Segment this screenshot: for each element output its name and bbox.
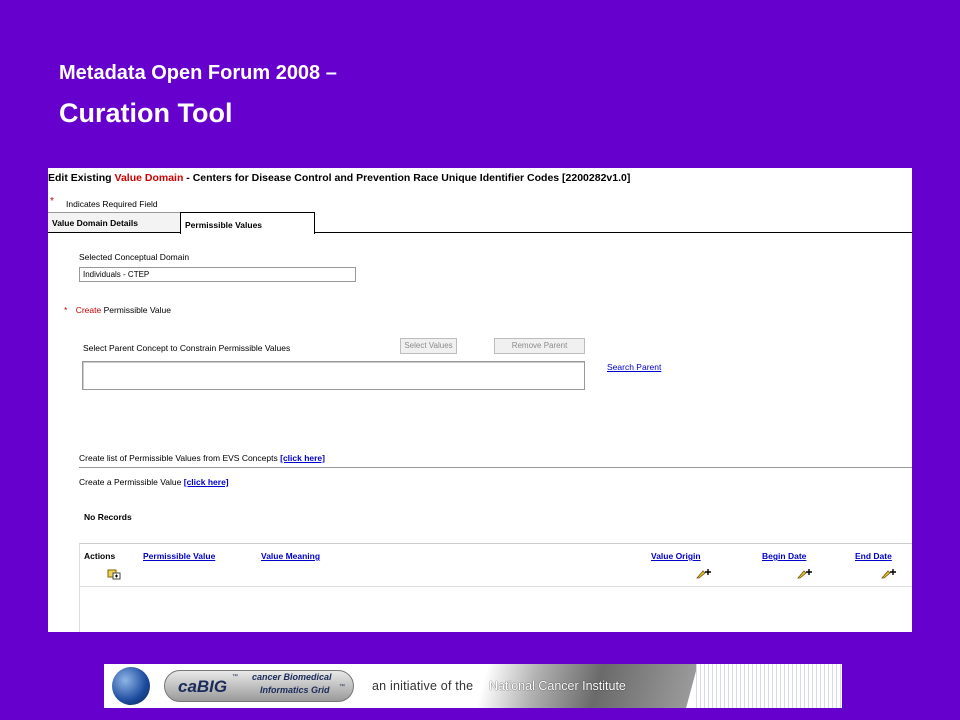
select-values-button[interactable]: Select Values [400, 338, 457, 354]
search-parent-link[interactable]: Search Parent [607, 362, 661, 372]
curation-tool-screenshot: Edit Existing Value Domain - Centers for… [48, 168, 912, 632]
column-header-permissible-value[interactable]: Permissible Value [143, 551, 215, 561]
parent-concept-label: Select Parent Concept to Constrain Permi… [83, 343, 291, 353]
parent-concept-box[interactable] [82, 361, 585, 390]
cabig-tagline-trademark: ™ [339, 684, 345, 690]
edit-value-origin-icon[interactable] [696, 568, 712, 582]
banner-pattern [696, 664, 842, 708]
slide-title: Metadata Open Forum 2008 – [59, 62, 337, 84]
heading-highlight: Value Domain [114, 172, 184, 184]
edit-end-date-icon-svg [881, 569, 896, 579]
single-create-row: Create a Permissible Value [click here] [79, 477, 229, 487]
no-records-text: No Records [84, 512, 132, 522]
edit-end-date-icon[interactable] [881, 568, 897, 582]
cabig-trademark: ™ [232, 674, 238, 680]
conceptual-domain-field[interactable]: Individuals - CTEP [79, 267, 356, 282]
initiative-text: an initiative of the [372, 679, 474, 693]
cabig-banner: caBIG ™ cancer Biomedical Informatics Gr… [104, 664, 842, 708]
required-star: * [50, 196, 54, 207]
add-action-icon-svg [107, 569, 121, 580]
create-pv-action: Create [75, 305, 102, 315]
edit-value-origin-icon-svg [696, 569, 711, 579]
conceptual-domain-label: Selected Conceptual Domain [79, 252, 190, 262]
required-field-note: Indicates Required Field [66, 199, 158, 209]
evs-create-text: Create list of Permissible Values from E… [79, 453, 278, 463]
divider [79, 467, 912, 468]
evs-click-here-link[interactable]: [click here] [280, 453, 325, 463]
globe-logo-icon [112, 667, 150, 705]
single-click-here-link[interactable]: [click here] [184, 477, 229, 487]
table-row-divider [80, 586, 912, 587]
edit-begin-date-icon-svg [797, 569, 812, 579]
add-action-icon[interactable] [107, 568, 121, 583]
column-header-end-date[interactable]: End Date [855, 551, 892, 561]
page-heading: Edit Existing Value Domain - Centers for… [48, 172, 630, 184]
cabig-tagline-2: Informatics Grid [260, 685, 330, 695]
single-create-text: Create a Permissible Value [79, 477, 182, 487]
column-header-value-meaning[interactable]: Value Meaning [261, 551, 320, 561]
permissible-values-table: Actions Permissible Value Value Meaning … [79, 543, 912, 632]
column-header-begin-date[interactable]: Begin Date [762, 551, 806, 561]
heading-prefix: Edit Existing [48, 172, 112, 184]
cabig-tagline-1: cancer Biomedical [252, 672, 332, 682]
heading-suffix: - Centers for Disease Control and Preven… [186, 172, 631, 184]
tab-baseline [48, 232, 912, 233]
create-pv-star: * [64, 305, 68, 315]
cabig-brand: caBIG [178, 677, 228, 696]
evs-create-row: Create list of Permissible Values from E… [79, 453, 325, 463]
remove-parent-button[interactable]: Remove Parent [494, 338, 585, 354]
tab-permissible-values[interactable]: Permissible Values [180, 212, 315, 234]
create-pv-row: * Create Permissible Value [64, 305, 171, 315]
edit-begin-date-icon[interactable] [797, 568, 813, 582]
slide-subtitle: Curation Tool [59, 98, 233, 128]
column-header-actions: Actions [84, 551, 116, 561]
create-pv-label: Permissible Value [103, 305, 171, 315]
column-header-value-origin[interactable]: Value Origin [651, 551, 701, 561]
tab-value-domain-details[interactable]: Value Domain Details [48, 212, 180, 232]
nci-name: National Cancer Institute [489, 679, 626, 693]
